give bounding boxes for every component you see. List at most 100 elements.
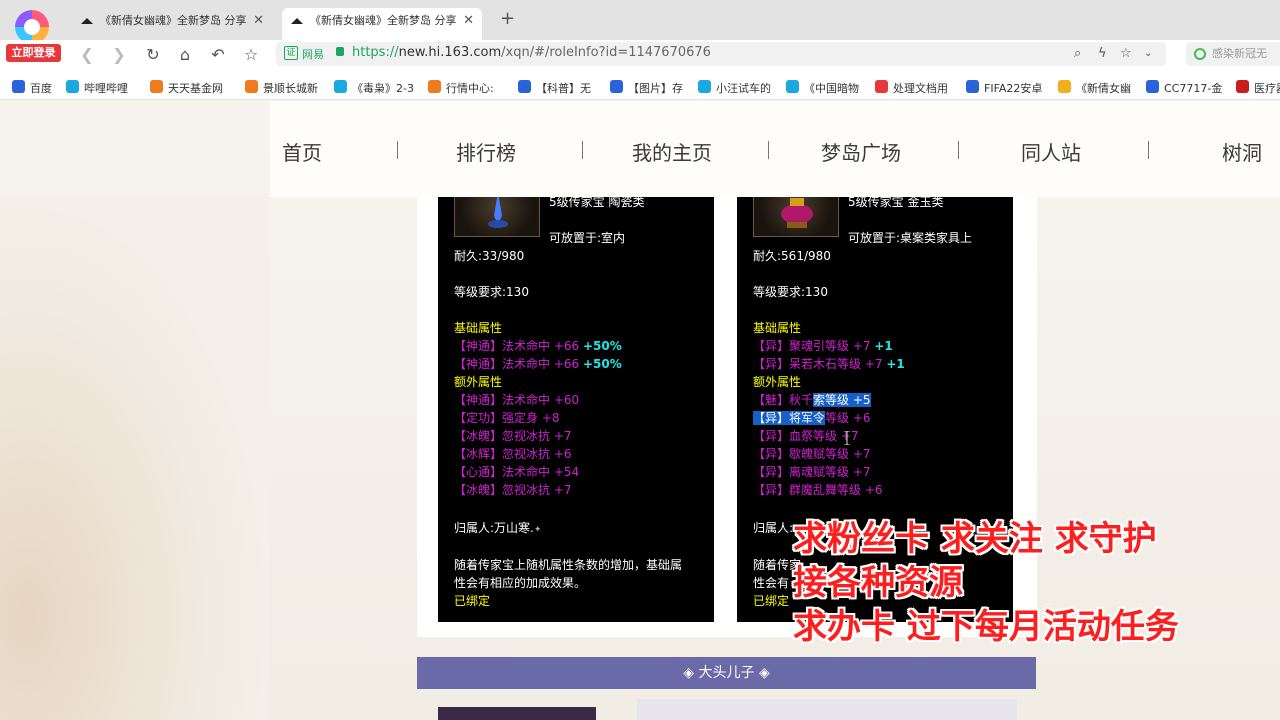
item-placement: 可放置于:桌案类家具上 — [848, 231, 973, 245]
back-icon[interactable]: ❮ — [76, 44, 98, 66]
extra-attr: 【异】歇魄赋等级 +7 — [753, 447, 871, 461]
bookmark-item[interactable]: 《毒枭》2-3 — [334, 80, 414, 96]
overlay-text-line-1: 求粉丝卡 求关注 求守护 — [793, 519, 1157, 559]
flash-icon[interactable]: ϟ — [1098, 46, 1107, 61]
overlay-text-line-2: 接各种资源 — [793, 563, 963, 603]
zoom-icon[interactable]: ⌕ — [1074, 46, 1081, 61]
browser-toolbar: ❮ ❯ ↻ ⌂ ↶ ☆ 证 网易 https://new.hi.163.com/… — [0, 40, 1280, 70]
login-button[interactable]: 立即登录 — [6, 44, 61, 62]
bookmark-item[interactable]: 医疗器 — [1236, 80, 1280, 96]
nav-divider — [958, 141, 959, 159]
bookmark-favicon-icon — [150, 80, 163, 93]
bookmark-item[interactable]: 【科普】无 — [518, 80, 591, 96]
item-bound: 已绑定 — [454, 594, 491, 608]
game-logo-icon — [291, 18, 303, 24]
bookmark-item[interactable]: 小汪试车的 — [698, 80, 771, 96]
nav-my-page[interactable]: 我的主页 — [632, 137, 712, 166]
home-icon[interactable]: ⌂ — [174, 44, 196, 66]
bookmark-item[interactable]: 天天基金网 — [150, 80, 223, 96]
item-level-req: 等级要求:130 — [753, 285, 828, 299]
owner-text: 归属人:万山寒. — [454, 521, 534, 535]
bookmark-star-icon[interactable]: ☆ — [240, 44, 262, 66]
base-attr: 【异】呆若木石等级 +7 +1 — [753, 355, 905, 372]
bookmark-favicon-icon — [698, 80, 711, 93]
lower-image — [438, 707, 596, 720]
overlay-text-line-3: 求办卡 过下每月活动任务 — [793, 607, 1179, 647]
bookmark-item[interactable]: 处理文档用 — [875, 80, 948, 96]
new-tab-button[interactable]: + — [500, 8, 515, 29]
bookmark-label: 景顺长城新 — [263, 82, 318, 95]
extra-attr-pre: 【异】血祭等级 — [753, 429, 838, 443]
bookmark-item[interactable]: 行情中心: — [428, 80, 494, 96]
chevron-down-icon[interactable]: ⌄ — [1144, 48, 1152, 59]
favorite-icon[interactable]: ☆ — [1120, 46, 1132, 61]
selected-text: 【异】将军令 — [753, 411, 826, 425]
extra-attr: 【异】将军令等级 +6 — [753, 409, 871, 426]
user-banner[interactable]: ◈ 大头儿子 ◈ — [417, 657, 1036, 689]
site-security-label: 网易 — [302, 48, 324, 61]
extra-attr: 【异】群魔乱舞等级 +6 — [753, 483, 883, 497]
tab-title: 《新倩女幽魂》全新梦岛 分享 — [100, 14, 247, 27]
nav-divider — [582, 141, 583, 159]
nav-tree-hole[interactable]: 树洞 — [1222, 137, 1262, 166]
base-attr-title: 基础属性 — [753, 321, 802, 335]
item-durability: 耐久:561/980 — [753, 249, 831, 263]
bookmark-item[interactable]: 《中国暗物 — [786, 80, 859, 96]
item-icon — [454, 197, 540, 237]
nav-dream-plaza[interactable]: 梦岛广场 — [821, 137, 901, 166]
bookmark-item[interactable]: 景顺长城新 — [245, 80, 318, 96]
url-text[interactable]: https://new.hi.163.com/xqn/#/roleInfo?id… — [352, 45, 711, 60]
banner-username: 大头儿子 — [698, 665, 755, 681]
nav-ranking[interactable]: 排行榜 — [456, 137, 516, 166]
bookmark-label: FIFA22安卓 — [984, 82, 1043, 95]
selected-text: 索等级 +5 — [813, 393, 871, 407]
bookmark-favicon-icon — [518, 80, 531, 93]
tab-2-active[interactable]: 《新倩女幽魂》全新梦岛 分享 ✕ — [282, 8, 482, 40]
item-durability: 耐久:33/980 — [454, 249, 525, 263]
bookmark-favicon-icon — [1146, 80, 1159, 93]
tab-bar: 《新倩女幽魂》全新梦岛 分享 ✕ 《新倩女幽魂》全新梦岛 分享 ✕ + — [0, 0, 1280, 44]
nav-divider — [397, 141, 398, 159]
nav-divider — [768, 141, 769, 159]
bookmark-item[interactable]: CC7717-金 — [1146, 80, 1222, 96]
reload-icon[interactable]: ↻ — [142, 44, 164, 66]
bookmark-item[interactable]: 《新倩女幽 — [1058, 80, 1131, 96]
close-tab-icon[interactable]: ✕ — [463, 8, 474, 34]
url-host: new.hi.163.com — [398, 45, 502, 60]
base-attr: 【神通】法术命中 +66 +50% — [454, 337, 622, 354]
extra-attr-title: 额外属性 — [454, 375, 503, 389]
page: 首页 排行榜 我的主页 梦岛广场 同人站 树洞 5级传家宝 陶瓷类 可放置于:室… — [0, 101, 1280, 720]
extra-attr: 【心通】法术命中 +54 — [454, 465, 580, 479]
nav-divider — [1148, 141, 1149, 159]
undo-icon[interactable]: ↶ — [207, 44, 229, 66]
item-placement: 可放置于:室内 — [549, 231, 626, 245]
forward-icon[interactable]: ❯ — [108, 44, 130, 66]
item-level-req: 等级要求:130 — [454, 285, 529, 299]
url-path: /xqn/#/roleInfo?id=1147670676 — [501, 45, 711, 60]
bookmark-item[interactable]: 百度 — [12, 80, 52, 96]
bookmark-label: 医疗器 — [1254, 82, 1280, 95]
bookmark-item[interactable]: 哔哩哔哩 — [66, 80, 128, 96]
item-tooltip-card-1: 5级传家宝 陶瓷类 可放置于:室内 耐久:33/980 等级要求:130 基础属… — [438, 197, 714, 622]
bookmark-label: 《中国暗物 — [804, 82, 859, 95]
tab-title: 《新倩女幽魂》全新梦岛 分享 — [310, 14, 457, 27]
search-input[interactable]: 感染新冠无 — [1186, 42, 1280, 66]
item-bound: 已绑定 — [753, 594, 790, 608]
nav-fan-site[interactable]: 同人站 — [1021, 137, 1081, 166]
bookmark-label: 《新倩女幽 — [1076, 82, 1131, 95]
extra-attr: 【冰辉】忽视冰抗 +6 — [454, 447, 572, 461]
bookmark-favicon-icon — [786, 80, 799, 93]
nav-home[interactable]: 首页 — [282, 137, 322, 166]
diamond-icon: ◈ — [683, 665, 695, 681]
bookmark-item[interactable]: FIFA22安卓 — [966, 80, 1042, 96]
base-attr-text: 【异】呆若木石等级 +7 — [753, 357, 883, 371]
browser-logo-icon[interactable] — [10, 10, 56, 44]
bookmark-favicon-icon — [875, 80, 888, 93]
address-bar[interactable]: 证 网易 https://new.hi.163.com/xqn/#/roleIn… — [276, 42, 1166, 66]
lock-icon — [336, 47, 344, 56]
bookmark-item[interactable]: 【图片】存 — [610, 80, 683, 96]
base-attr-bonus: +50% — [582, 339, 622, 353]
close-tab-icon[interactable]: ✕ — [253, 8, 264, 34]
extra-attr-pre: 【魅】秋千 — [753, 393, 814, 407]
tab-1[interactable]: 《新倩女幽魂》全新梦岛 分享 ✕ — [72, 8, 272, 40]
